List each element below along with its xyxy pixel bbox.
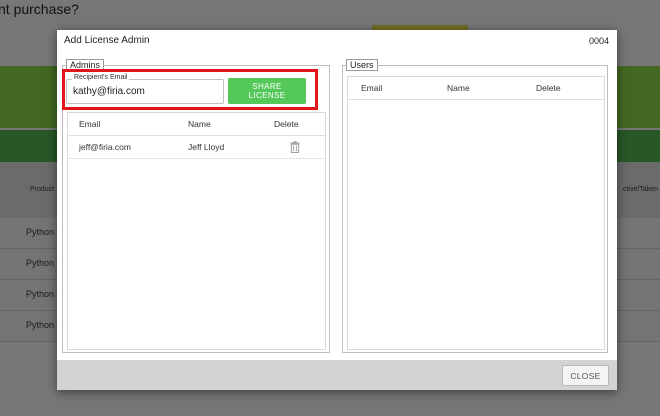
column-email: Email [79,119,101,129]
table-row: jeff@firia.com Jeff Lloyd [68,136,325,159]
add-license-admin-dialog: Add License Admin 0004 Admins Users Reci… [57,30,617,390]
users-table: Email Name Delete [347,76,605,350]
trash-icon[interactable] [290,141,300,153]
column-name: Name [447,83,470,93]
dialog-footer: CLOSE [57,360,617,390]
highlight-box [62,69,318,110]
column-email: Email [361,83,383,93]
close-button[interactable]: CLOSE [562,365,609,386]
column-delete: Delete [536,83,561,93]
dialog-title: Add License Admin [64,35,150,46]
users-legend: Users [346,59,378,71]
column-name: Name [188,119,211,129]
admins-table: Email Name Delete jeff@firia.com Jeff Ll… [67,112,326,350]
admins-table-header: Email Name Delete [68,113,325,136]
admin-name: Jeff Lloyd [188,142,225,152]
dialog-code: 0004 [588,36,609,46]
admin-email: jeff@firia.com [79,142,131,152]
users-table-header: Email Name Delete [348,77,604,100]
column-delete: Delete [274,119,299,129]
